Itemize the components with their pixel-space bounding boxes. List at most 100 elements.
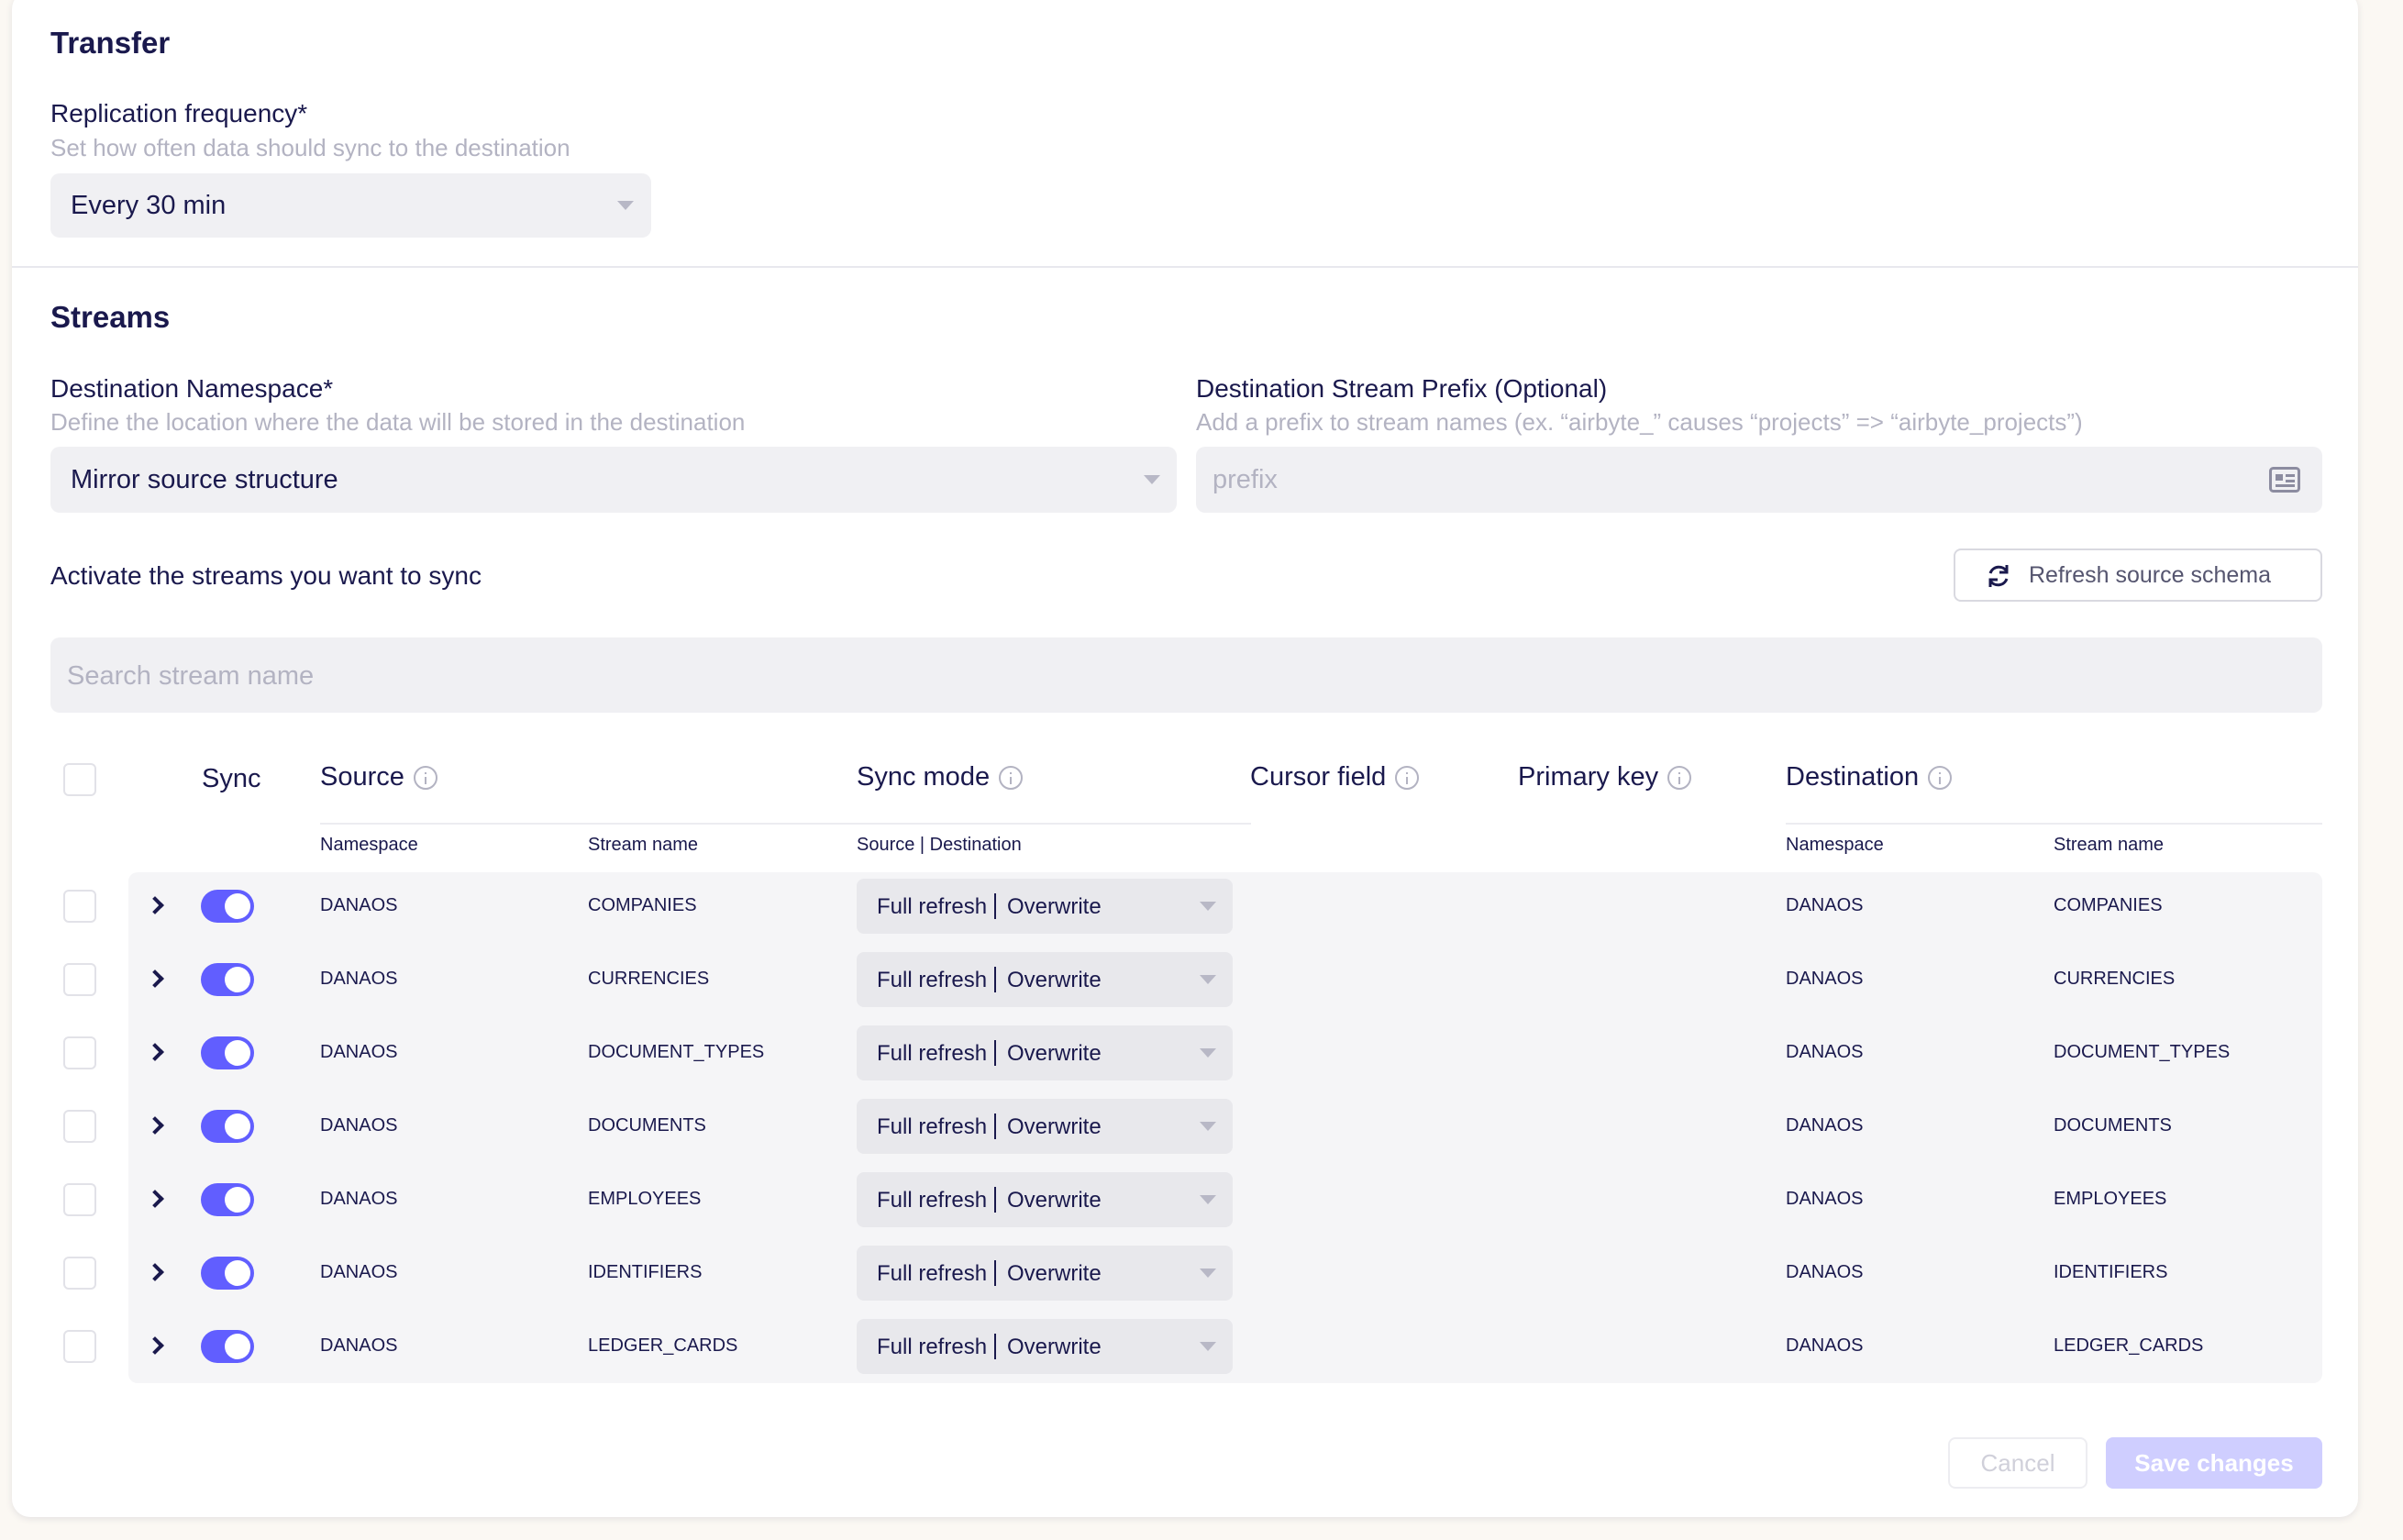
- dest-stream-name: IDENTIFIERS: [2054, 1262, 2168, 1282]
- header-divider: [320, 823, 1251, 825]
- source-namespace-subheader: Namespace: [320, 835, 418, 855]
- destination-namespace-value: Mirror source structure: [71, 465, 338, 494]
- select-all-checkbox[interactable]: [63, 763, 96, 796]
- destination-namespace-dropdown[interactable]: Mirror source structure: [50, 447, 1177, 513]
- stream-prefix-placeholder: prefix: [1213, 465, 1278, 494]
- replication-frequency-value: Every 30 min: [71, 191, 227, 220]
- source-namespace: DANAOS: [320, 1189, 398, 1209]
- source-namespace: DANAOS: [320, 1115, 398, 1136]
- source-namespace: DANAOS: [320, 1042, 398, 1062]
- chevron-down-icon: [1200, 1342, 1216, 1351]
- contact-card-icon: [2269, 467, 2300, 493]
- source-stream-name: IDENTIFIERS: [588, 1262, 703, 1282]
- stream-prefix-hint: Add a prefix to stream names (ex. “airby…: [1196, 408, 2083, 436]
- transfer-section-title: Transfer: [50, 26, 171, 60]
- source-namespace: DANAOS: [320, 1262, 398, 1282]
- info-icon[interactable]: [1928, 766, 1953, 791]
- row-checkbox[interactable]: [63, 1330, 96, 1363]
- chevron-down-icon: [1144, 475, 1160, 484]
- sync-mode-dropdown[interactable]: Full refresh Overwrite: [857, 1025, 1233, 1080]
- refresh-schema-label: Refresh source schema: [2029, 562, 2272, 588]
- replication-frequency-label: Replication frequency*: [50, 99, 308, 127]
- sync-toggle[interactable]: [201, 1257, 254, 1290]
- header-divider: [1786, 823, 2322, 825]
- dest-stream-name: CURRENCIES: [2054, 969, 2176, 989]
- replication-frequency-dropdown[interactable]: Every 30 min: [50, 173, 651, 238]
- info-icon[interactable]: [1667, 766, 1692, 791]
- source-namespace: DANAOS: [320, 1335, 398, 1356]
- destination-column-header: Destination: [1786, 762, 1953, 792]
- dest-stream-name: LEDGER_CARDS: [2054, 1335, 2204, 1356]
- dest-namespace: DANAOS: [1786, 969, 1864, 989]
- dest-namespace: DANAOS: [1786, 1042, 1864, 1062]
- destination-namespace-label: Destination Namespace*: [50, 374, 334, 403]
- replication-frequency-hint: Set how often data should sync to the de…: [50, 134, 570, 161]
- row-checkbox[interactable]: [63, 1183, 96, 1216]
- row-checkbox[interactable]: [63, 890, 96, 923]
- destination-namespace-hint: Define the location where the data will …: [50, 408, 746, 436]
- source-stream-name: DOCUMENT_TYPES: [588, 1042, 765, 1062]
- dest-stream-name: COMPANIES: [2054, 895, 2163, 915]
- info-icon[interactable]: [1395, 766, 1420, 791]
- row-checkbox[interactable]: [63, 1257, 96, 1290]
- sync-toggle[interactable]: [201, 1330, 254, 1363]
- source-stream-name: EMPLOYEES: [588, 1189, 702, 1209]
- sync-mode-dropdown[interactable]: Full refresh Overwrite: [857, 1172, 1233, 1227]
- dest-namespace: DANAOS: [1786, 1189, 1864, 1209]
- chevron-down-icon: [617, 201, 634, 210]
- row-checkbox[interactable]: [63, 963, 96, 996]
- sync-toggle[interactable]: [201, 1110, 254, 1143]
- cursor-field-column-header: Cursor field: [1250, 762, 1420, 792]
- chevron-down-icon: [1200, 1195, 1216, 1204]
- chevron-down-icon: [1200, 902, 1216, 911]
- source-column-header: Source: [320, 762, 437, 792]
- source-stream-name: DOCUMENTS: [588, 1115, 706, 1136]
- dest-stream-name: DOCUMENTS: [2054, 1115, 2172, 1136]
- dest-namespace-subheader: Namespace: [1786, 835, 1884, 855]
- dest-namespace: DANAOS: [1786, 1335, 1864, 1356]
- sync-toggle[interactable]: [201, 1183, 254, 1216]
- source-namespace: DANAOS: [320, 895, 398, 915]
- primary-key-column-header: Primary key: [1518, 762, 1692, 792]
- source-stream-name: CURRENCIES: [588, 969, 710, 989]
- source-namespace: DANAOS: [320, 969, 398, 989]
- refresh-icon: [1988, 565, 2009, 587]
- stream-prefix-input[interactable]: prefix: [1196, 447, 2322, 513]
- dest-stream-subheader: Stream name: [2054, 835, 2165, 855]
- dest-namespace: DANAOS: [1786, 1115, 1864, 1136]
- info-icon[interactable]: [999, 766, 1024, 791]
- sync-mode-dropdown[interactable]: Full refresh Overwrite: [857, 879, 1233, 934]
- sync-toggle[interactable]: [201, 890, 254, 923]
- sync-mode-column-header: Sync mode: [857, 762, 1024, 792]
- activate-streams-label: Activate the streams you want to sync: [50, 561, 482, 590]
- search-stream-placeholder: Search stream name: [67, 661, 315, 691]
- source-stream-name: COMPANIES: [588, 895, 697, 915]
- refresh-schema-button[interactable]: Refresh source schema: [1954, 548, 2322, 602]
- stream-prefix-label: Destination Stream Prefix (Optional): [1196, 374, 1608, 403]
- sync-toggle[interactable]: [201, 963, 254, 996]
- sync-mode-dropdown[interactable]: Full refresh Overwrite: [857, 1319, 1233, 1374]
- sync-column-header: Sync: [202, 764, 261, 793]
- sync-mode-subheader: Source | Destination: [857, 835, 1022, 855]
- dest-stream-name: DOCUMENT_TYPES: [2054, 1042, 2231, 1062]
- dest-namespace: DANAOS: [1786, 1262, 1864, 1282]
- save-changes-button[interactable]: Save changes: [2106, 1437, 2322, 1489]
- streams-section-title: Streams: [50, 300, 171, 334]
- cancel-button[interactable]: Cancel: [1948, 1437, 2087, 1489]
- dest-stream-name: EMPLOYEES: [2054, 1189, 2167, 1209]
- dest-namespace: DANAOS: [1786, 895, 1864, 915]
- sync-mode-dropdown[interactable]: Full refresh Overwrite: [857, 1246, 1233, 1301]
- search-stream-input[interactable]: Search stream name: [50, 637, 2322, 713]
- source-stream-name: LEDGER_CARDS: [588, 1335, 738, 1356]
- chevron-down-icon: [1200, 1122, 1216, 1131]
- chevron-down-icon: [1200, 1048, 1216, 1058]
- info-icon[interactable]: [413, 766, 437, 791]
- section-divider: [12, 266, 2358, 268]
- sync-mode-dropdown[interactable]: Full refresh Overwrite: [857, 952, 1233, 1007]
- row-checkbox[interactable]: [63, 1036, 96, 1069]
- row-checkbox[interactable]: [63, 1110, 96, 1143]
- chevron-down-icon: [1200, 1269, 1216, 1278]
- chevron-down-icon: [1200, 975, 1216, 984]
- sync-mode-dropdown[interactable]: Full refresh Overwrite: [857, 1099, 1233, 1154]
- sync-toggle[interactable]: [201, 1036, 254, 1069]
